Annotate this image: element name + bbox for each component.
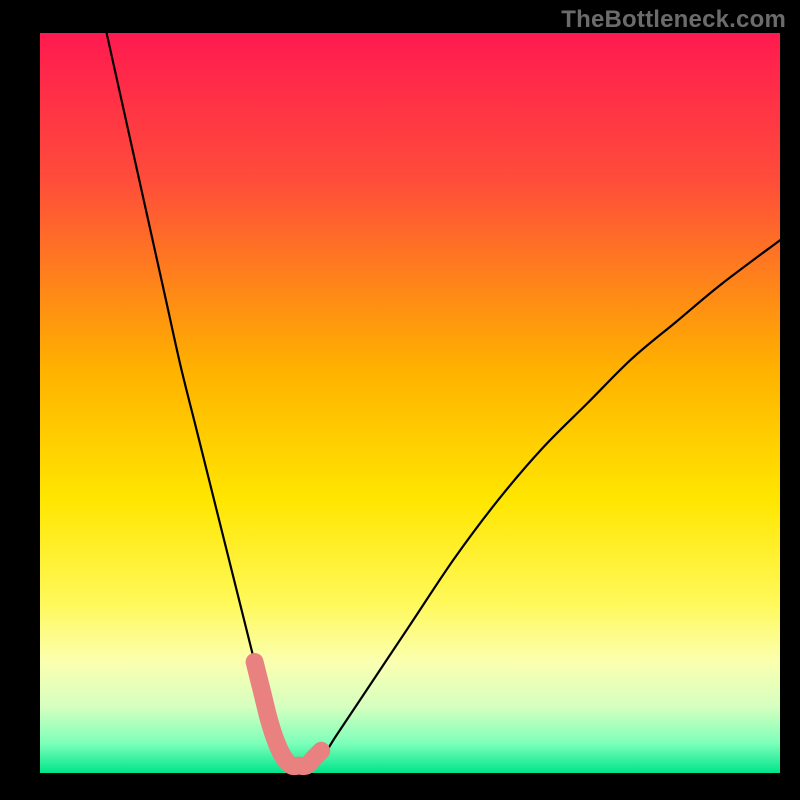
chart-svg	[0, 0, 800, 800]
watermark-label: TheBottleneck.com	[561, 6, 786, 34]
chart-frame: TheBottleneck.com	[0, 0, 800, 800]
plot-background	[40, 33, 780, 773]
